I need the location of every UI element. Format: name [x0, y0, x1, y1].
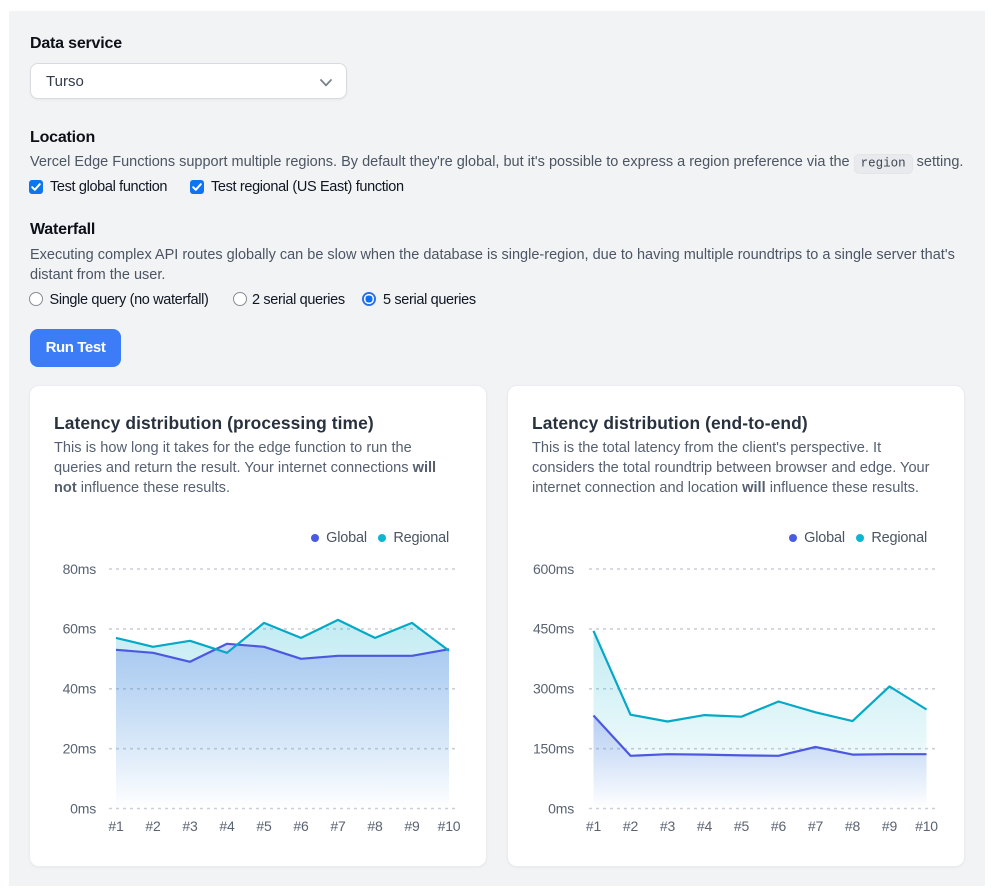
svg-text:40ms: 40ms: [63, 681, 97, 697]
svg-text:#7: #7: [808, 818, 824, 834]
svg-text:#4: #4: [697, 818, 713, 834]
svg-text:#3: #3: [660, 818, 676, 834]
svg-text:60ms: 60ms: [63, 621, 97, 637]
svg-text:#9: #9: [404, 818, 420, 834]
svg-text:#8: #8: [367, 818, 383, 834]
svg-text:#7: #7: [330, 818, 346, 834]
svg-text:300ms: 300ms: [533, 681, 574, 697]
svg-text:#2: #2: [623, 818, 639, 834]
svg-text:20ms: 20ms: [63, 741, 97, 757]
svg-text:#3: #3: [182, 818, 198, 834]
svg-text:#5: #5: [734, 818, 750, 834]
svg-text:#2: #2: [145, 818, 161, 834]
svg-text:#10: #10: [915, 818, 938, 834]
svg-text:#8: #8: [845, 818, 861, 834]
svg-text:#10: #10: [438, 818, 461, 834]
svg-text:150ms: 150ms: [533, 741, 574, 757]
svg-text:600ms: 600ms: [533, 561, 574, 577]
svg-text:#4: #4: [219, 818, 235, 834]
svg-text:#1: #1: [108, 818, 124, 834]
svg-text:0ms: 0ms: [70, 800, 96, 816]
svg-text:#6: #6: [771, 818, 787, 834]
svg-text:450ms: 450ms: [533, 621, 574, 637]
svg-text:#1: #1: [586, 818, 602, 834]
svg-text:#5: #5: [256, 818, 272, 834]
svg-text:#6: #6: [293, 818, 309, 834]
svg-text:80ms: 80ms: [63, 561, 97, 577]
svg-text:#9: #9: [882, 818, 898, 834]
svg-text:0ms: 0ms: [548, 800, 574, 816]
